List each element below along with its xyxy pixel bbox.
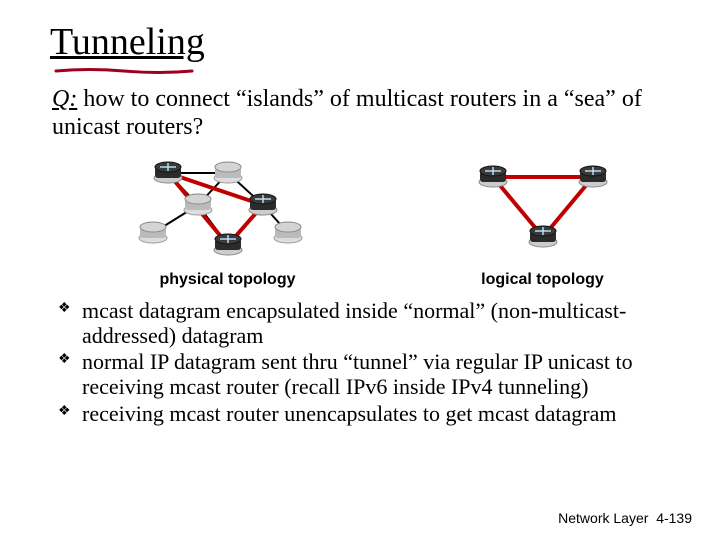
footer-page: 4-139 bbox=[656, 510, 692, 526]
list-item: normal IP datagram sent thru “tunnel” vi… bbox=[62, 350, 680, 399]
list-item: receiving mcast router unencapsulates to… bbox=[62, 402, 680, 427]
router-icon bbox=[137, 219, 169, 245]
question-body: how to connect “islands” of multicast ro… bbox=[52, 86, 642, 140]
router-icon bbox=[272, 219, 304, 245]
router-icon bbox=[152, 159, 184, 185]
logical-topology-diagram bbox=[453, 155, 633, 265]
physical-caption: physical topology bbox=[98, 271, 358, 289]
question-prefix: Q: bbox=[52, 86, 77, 112]
router-icon bbox=[477, 163, 509, 189]
question-text: Q: how to connect “islands” of multicast… bbox=[52, 86, 680, 141]
diagram-row: physical topology logical topology bbox=[50, 149, 680, 289]
logical-caption: logical topology bbox=[453, 271, 633, 289]
slide-title: Tunneling bbox=[50, 20, 205, 64]
router-icon bbox=[212, 159, 244, 185]
title-accent-underline bbox=[54, 68, 194, 72]
bullet-list: mcast datagram encapsulated inside “norm… bbox=[50, 299, 680, 426]
list-item: mcast datagram encapsulated inside “norm… bbox=[62, 299, 680, 348]
router-icon bbox=[212, 231, 244, 257]
slide-footer: Network Layer 4-139 bbox=[558, 510, 692, 526]
router-icon bbox=[527, 223, 559, 249]
router-icon bbox=[182, 191, 214, 217]
router-icon bbox=[247, 191, 279, 217]
footer-section: Network Layer bbox=[558, 510, 648, 526]
physical-topology-diagram bbox=[98, 155, 358, 265]
router-icon bbox=[577, 163, 609, 189]
